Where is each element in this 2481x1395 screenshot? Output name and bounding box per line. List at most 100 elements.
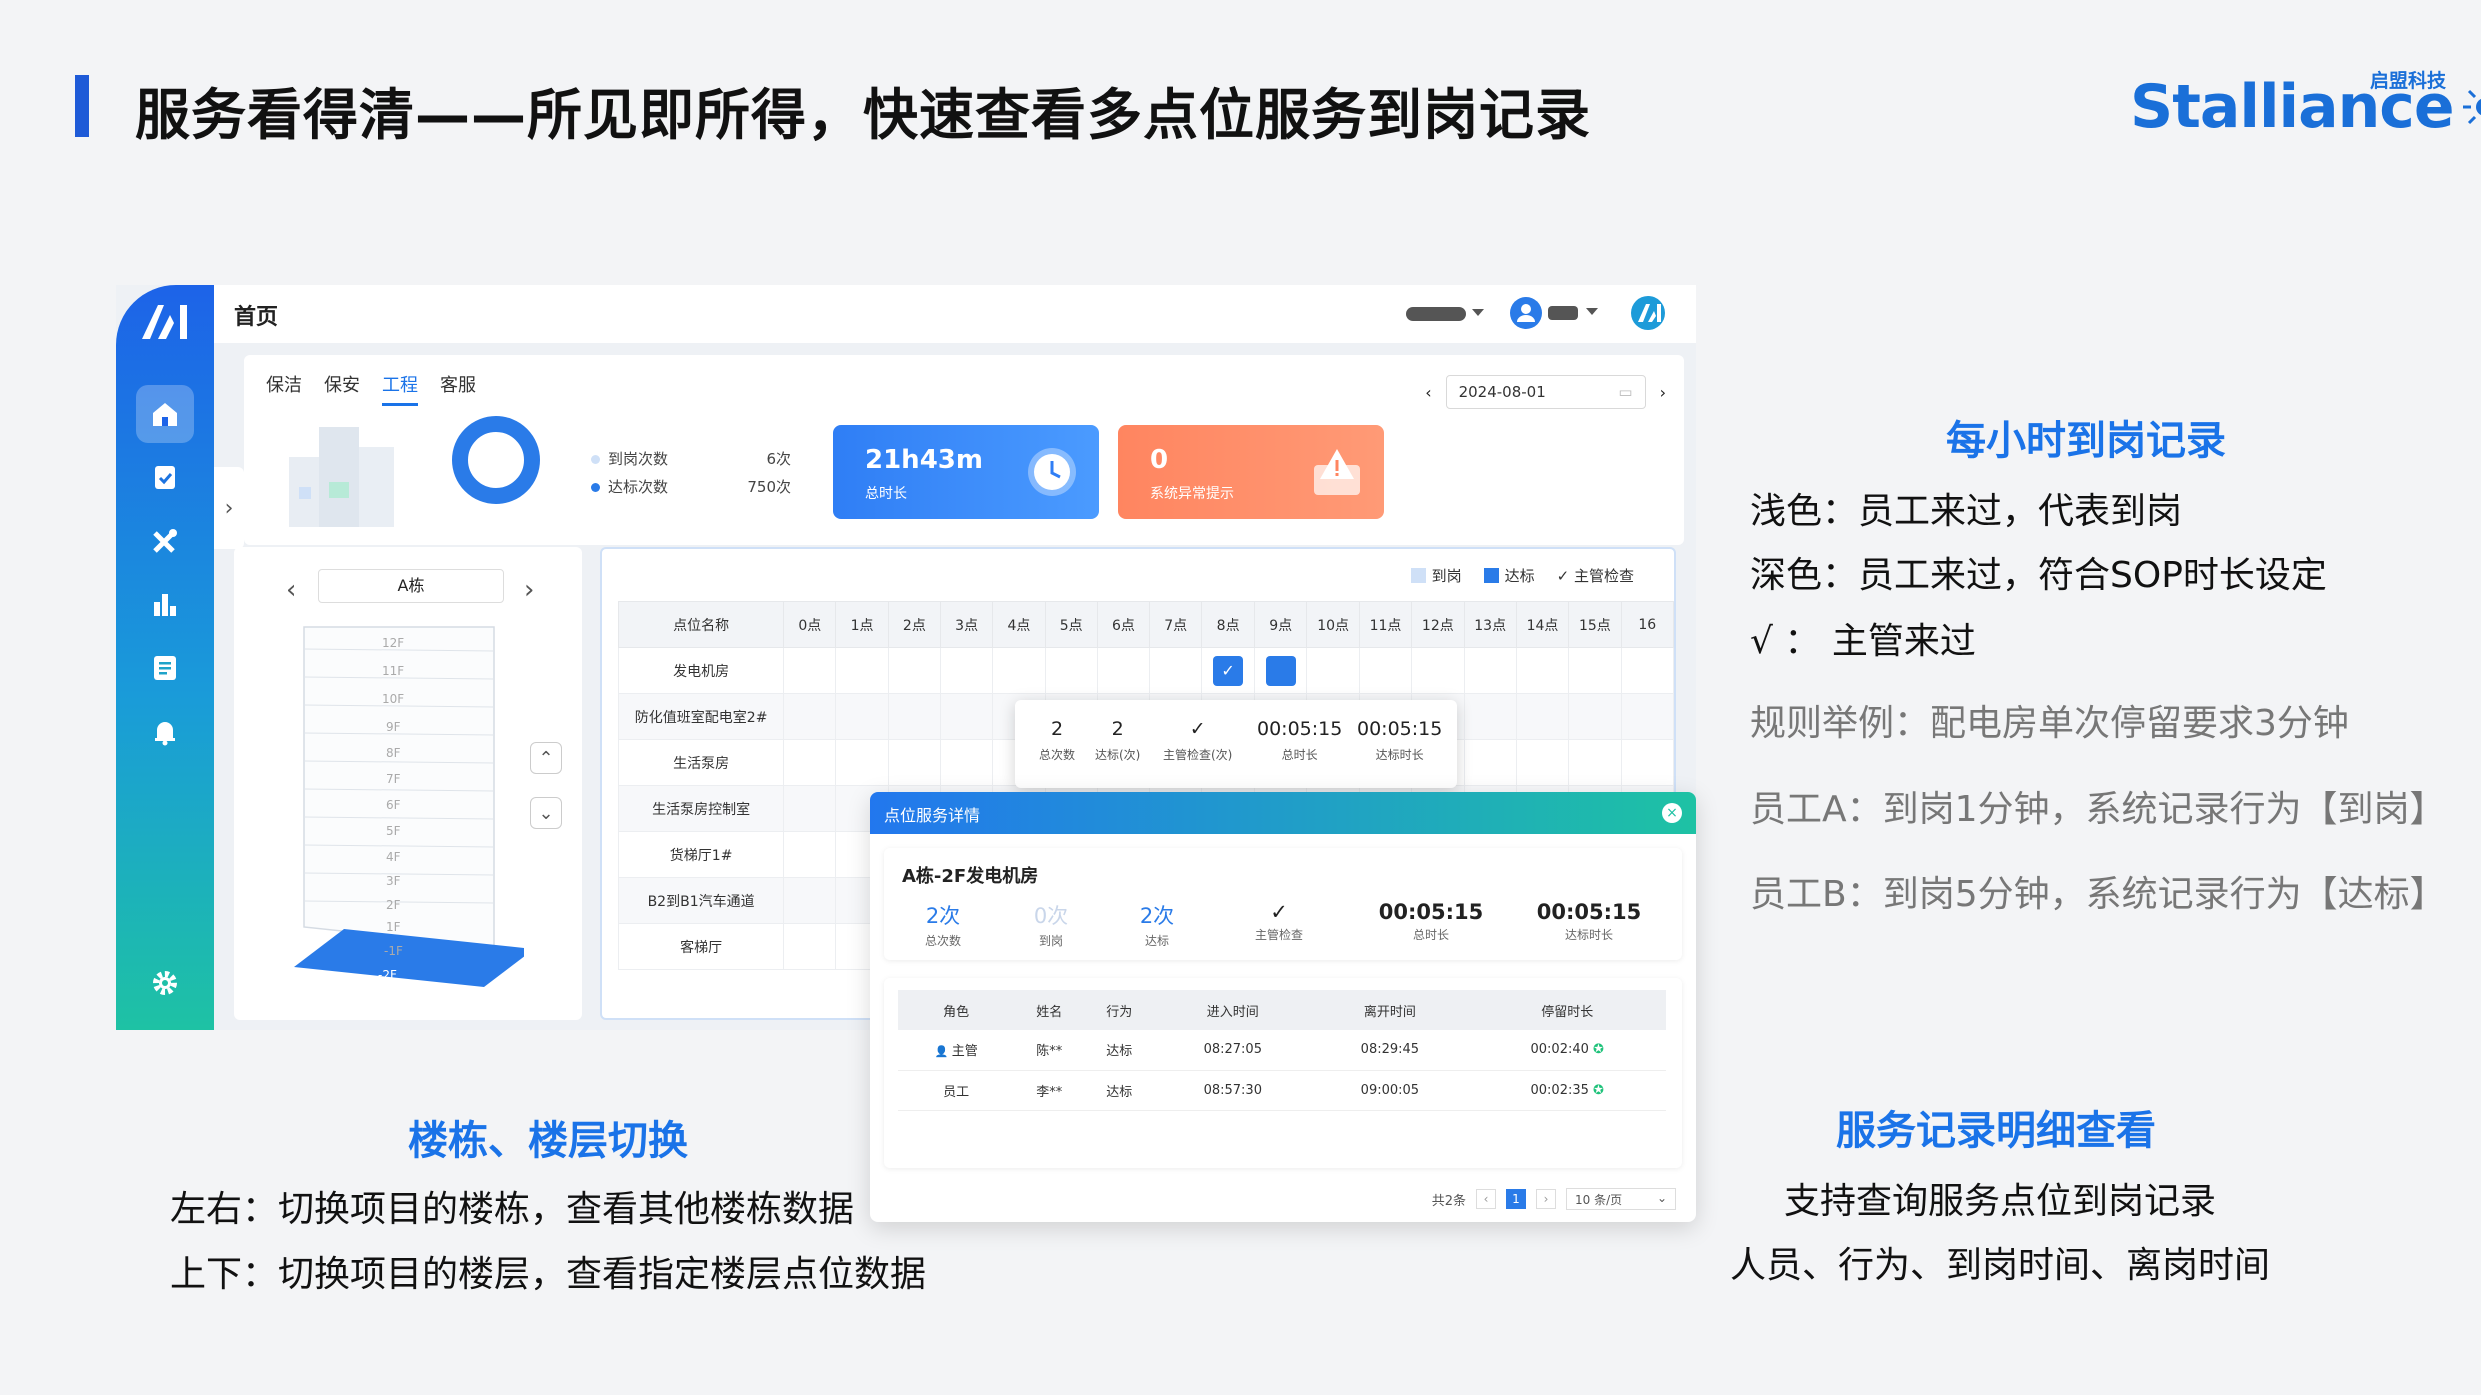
nav-stats-button[interactable] xyxy=(136,575,194,633)
nav-tasks-button[interactable] xyxy=(136,448,194,506)
grid-cell[interactable] xyxy=(783,647,837,694)
building-prev-button[interactable]: ‹ xyxy=(286,575,296,605)
records-column-header: 离开时间 xyxy=(1311,990,1469,1030)
grid-cell[interactable] xyxy=(1149,647,1203,694)
grid-cell[interactable] xyxy=(783,831,837,878)
dialog-summary: A栋-2F发电机房 2次 总次数 0次 到岗 2次 达标 ✓ 主管检查 00:05:15… xyxy=(884,848,1682,960)
grid-cell[interactable] xyxy=(1463,647,1517,694)
grid-cell[interactable] xyxy=(1253,647,1308,694)
page-size-select[interactable]: 10 条/页 ⌄ xyxy=(1566,1188,1676,1210)
floor-label[interactable]: 6F xyxy=(386,798,401,812)
date-prev-button[interactable]: ‹ xyxy=(1425,383,1431,402)
floor-label[interactable]: 9F xyxy=(386,720,401,734)
grid-row-name: 生活泵房 xyxy=(617,739,785,786)
date-input[interactable]: 2024-08-01 ▭ xyxy=(1445,375,1646,409)
grid-hour-header: 2点 xyxy=(887,601,942,648)
floor-label[interactable]: 8F xyxy=(386,746,401,760)
date-next-button[interactable]: › xyxy=(1660,383,1666,402)
grid-cell[interactable] xyxy=(1515,647,1570,694)
grid-hour-header: 16 xyxy=(1620,601,1675,648)
grid-cell[interactable] xyxy=(1620,647,1675,694)
page-next-button[interactable]: › xyxy=(1536,1189,1556,1209)
grid-row-name: 生活泵房控制室 xyxy=(617,785,785,832)
floor-label[interactable]: 1F xyxy=(386,920,401,934)
tab-customer-service[interactable]: 客服 xyxy=(440,371,476,406)
floor-label[interactable]: -1F xyxy=(384,944,403,958)
nav-records-button[interactable] xyxy=(136,639,194,697)
grid-cell[interactable] xyxy=(1096,647,1151,694)
grid-cell[interactable] xyxy=(783,739,837,786)
grid-cell[interactable] xyxy=(835,739,889,786)
slide-title: 服务看得清——所见即所得，快速查看多点位服务到岗记录 xyxy=(135,83,1592,147)
floor-label[interactable]: 4F xyxy=(386,850,401,864)
grid-row-name: 货梯厅1# xyxy=(617,831,785,878)
sidebar xyxy=(116,285,214,1030)
grid-cell[interactable] xyxy=(1515,693,1570,740)
building-next-button[interactable]: › xyxy=(524,575,534,605)
panel-expand-button[interactable]: › xyxy=(214,467,244,549)
grid-cell[interactable] xyxy=(783,877,837,924)
total-duration-card[interactable]: 21h43m 总时长 xyxy=(833,425,1099,519)
app-logo-icon xyxy=(142,305,187,339)
grid-cell[interactable] xyxy=(1358,647,1413,694)
qualified-mark[interactable] xyxy=(1265,655,1296,686)
nav-tools-button[interactable] xyxy=(136,512,194,570)
grid-cell[interactable] xyxy=(887,693,942,740)
grid-cell[interactable] xyxy=(1620,693,1675,740)
records-cell: 00:02:40 ✪ xyxy=(1468,1030,1666,1071)
grid-cell[interactable] xyxy=(783,785,837,832)
selected-floor-label[interactable]: -2F xyxy=(378,968,397,982)
grid-cell[interactable] xyxy=(1568,647,1622,694)
floor-label[interactable]: 12F xyxy=(382,636,404,650)
nav-alerts-button[interactable] xyxy=(136,703,194,761)
grid-cell[interactable]: ✓ xyxy=(1201,647,1255,694)
grid-cell[interactable] xyxy=(1044,647,1098,694)
grid-cell[interactable] xyxy=(783,923,837,970)
grid-cell[interactable] xyxy=(1411,647,1465,694)
grid-cell[interactable] xyxy=(939,693,994,740)
floor-up-button[interactable]: ⌃ xyxy=(530,742,562,774)
building-select[interactable]: A栋 xyxy=(318,569,504,603)
staff-a-example: 员工A：到岗1分钟，系统记录行为【到岗】 xyxy=(1750,789,2446,830)
grid-cell[interactable] xyxy=(992,647,1046,694)
grid-cell[interactable] xyxy=(1463,739,1517,786)
grid-cell[interactable] xyxy=(835,693,889,740)
hourly-annotation-line: 深色：员工来过，符合SOP时长设定 xyxy=(1750,555,2327,596)
qualified-supervisor-mark[interactable]: ✓ xyxy=(1213,655,1244,686)
gear-icon xyxy=(153,971,177,995)
grid-cell[interactable] xyxy=(835,647,889,694)
grid-cell[interactable] xyxy=(1306,647,1360,694)
nav-settings-button[interactable] xyxy=(136,954,194,1012)
nav-home-button[interactable] xyxy=(136,385,194,443)
grid-cell[interactable] xyxy=(1463,693,1517,740)
grid-cell[interactable] xyxy=(939,647,994,694)
page-current[interactable]: 1 xyxy=(1506,1189,1526,1209)
grid-cell[interactable] xyxy=(1568,739,1622,786)
grid-cell[interactable] xyxy=(1620,739,1675,786)
building-annotation-line: 上下：切换项目的楼层，查看指定楼层点位数据 xyxy=(170,1254,927,1295)
grid-cell[interactable] xyxy=(939,739,994,786)
grid-cell[interactable] xyxy=(1568,693,1622,740)
floor-down-button[interactable]: ⌄ xyxy=(530,797,562,829)
floor-label[interactable]: 10F xyxy=(382,692,404,706)
records-column-header: 行为 xyxy=(1084,990,1155,1030)
floor-label[interactable]: 2F xyxy=(386,898,401,912)
floor-label[interactable]: 7F xyxy=(386,772,401,786)
system-alert-card[interactable]: 0 系统异常提示 xyxy=(1118,425,1384,519)
page-prev-button[interactable]: ‹ xyxy=(1476,1189,1496,1209)
floor-label[interactable]: 5F xyxy=(386,824,401,838)
summary-arrive: 0次 到岗 xyxy=(1033,904,1069,948)
logo-sun-icon xyxy=(2462,89,2481,125)
close-icon[interactable]: × xyxy=(1662,803,1682,823)
app-badge-icon[interactable] xyxy=(1630,295,1666,331)
grid-cell[interactable] xyxy=(887,647,942,694)
grid-cell[interactable] xyxy=(1515,739,1570,786)
alert-value: 0 xyxy=(1150,445,1169,475)
user-menu[interactable] xyxy=(1508,295,1608,331)
grid-cell[interactable] xyxy=(887,739,942,786)
floor-label[interactable]: 3F xyxy=(386,874,401,888)
account-switcher[interactable] xyxy=(1406,298,1486,328)
floor-label[interactable]: 11F xyxy=(382,664,404,678)
hourly-annotation-line: 浅色：员工来过，代表到岗 xyxy=(1750,491,2183,532)
grid-cell[interactable] xyxy=(783,693,837,740)
